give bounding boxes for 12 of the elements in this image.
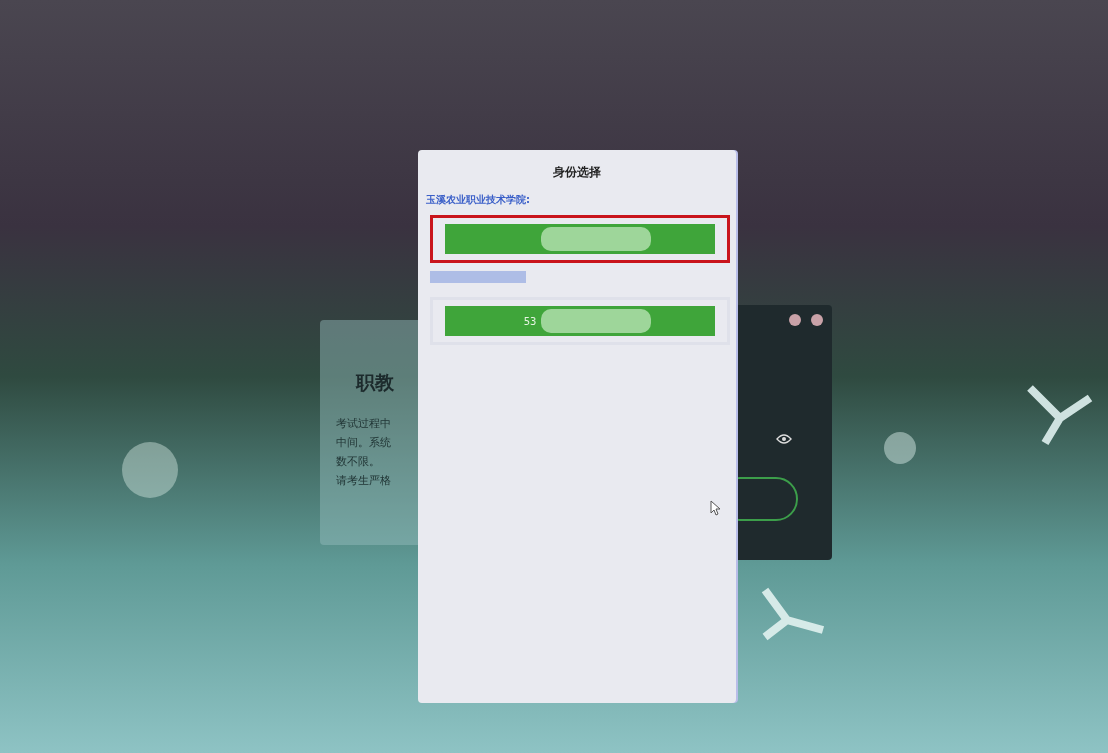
- school-label: 玉溪农业职业技术学院:: [426, 193, 531, 207]
- eye-icon[interactable]: [776, 433, 792, 445]
- identity-button[interactable]: 53: [445, 306, 715, 336]
- dialog-title: 身份选择: [552, 164, 602, 181]
- cursor-icon: [710, 500, 722, 516]
- circle-drawing: [120, 440, 180, 500]
- circle-drawing: [882, 430, 918, 466]
- card-text-line: 中间。系统: [336, 435, 392, 451]
- card-text-line: 请考生严格: [336, 473, 392, 489]
- card-text-line: 数不限。: [336, 454, 381, 470]
- card-text-line: 考试过程中: [336, 416, 392, 432]
- card-title: 职教: [356, 370, 395, 395]
